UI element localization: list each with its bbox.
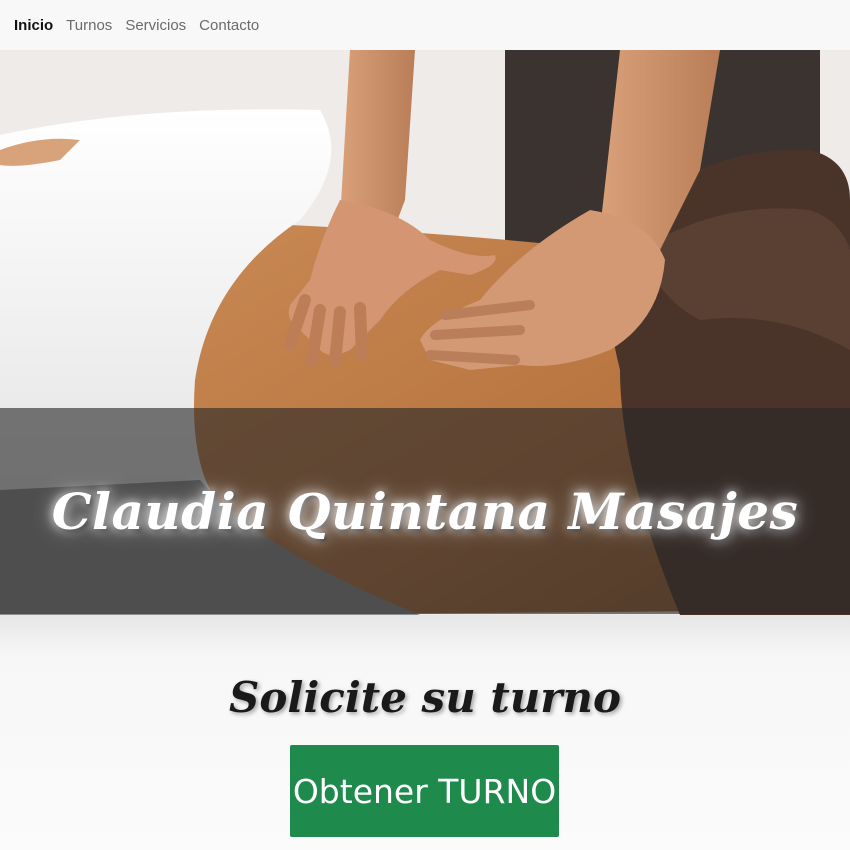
hero-title-band: Claudia Quintana Masajes [0,408,850,614]
cta-section: Solicite su turno Obtener TURNO [0,615,850,850]
obtener-turno-button[interactable]: Obtener TURNO [290,745,559,837]
nav-link-servicios[interactable]: Servicios [125,17,186,34]
cta-heading: Solicite su turno [229,673,621,722]
nav-link-contacto[interactable]: Contacto [199,17,259,34]
nav-link-inicio[interactable]: Inicio [14,17,53,34]
hero-title: Claudia Quintana Masajes [51,481,799,541]
hero-banner: Claudia Quintana Masajes [0,50,850,615]
top-navbar: Inicio Turnos Servicios Contacto [0,0,850,50]
nav-link-turnos[interactable]: Turnos [66,17,112,34]
